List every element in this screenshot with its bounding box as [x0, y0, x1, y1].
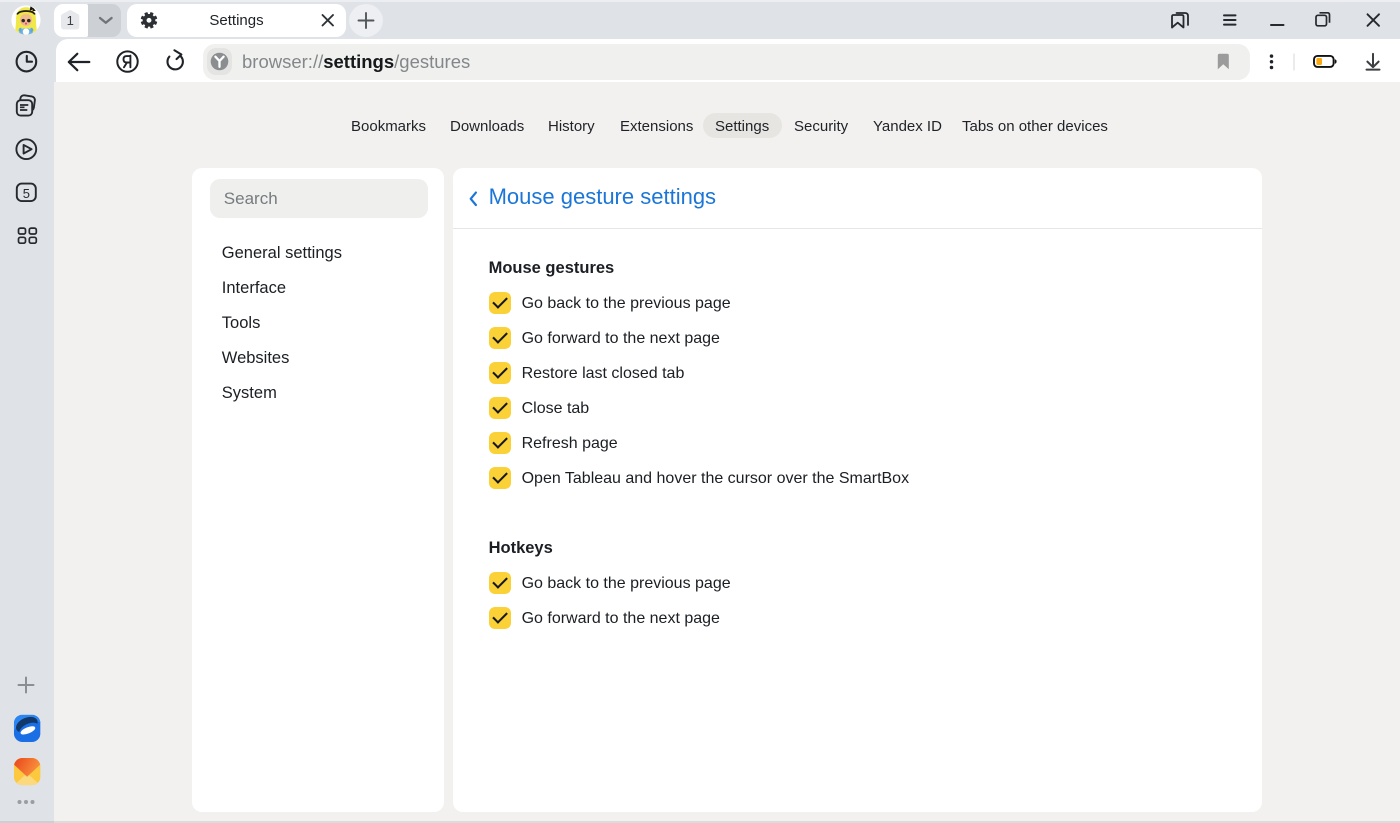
svg-text:1: 1 — [67, 13, 74, 28]
svg-text:5: 5 — [23, 186, 30, 201]
